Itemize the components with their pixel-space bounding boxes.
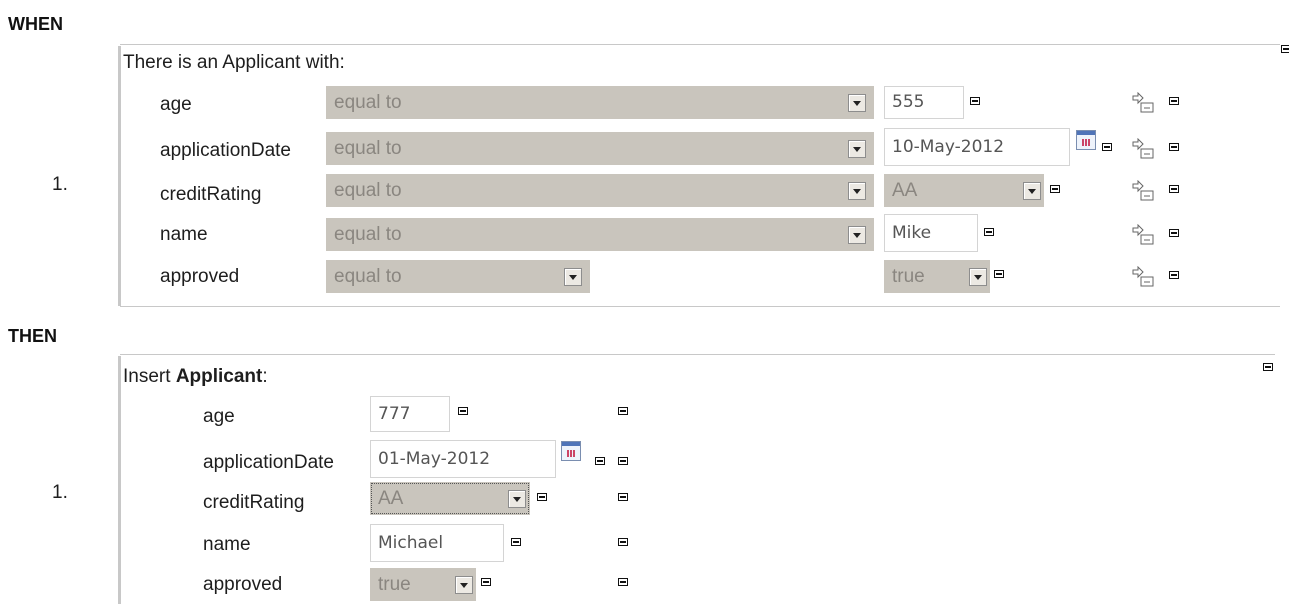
remove-icon[interactable] bbox=[1169, 229, 1179, 237]
remove-icon[interactable] bbox=[618, 578, 628, 586]
remove-icon[interactable] bbox=[595, 457, 605, 465]
remove-icon[interactable] bbox=[618, 457, 628, 465]
constraint-field-label: applicationDate bbox=[160, 140, 291, 161]
when-section-label: WHEN bbox=[8, 14, 63, 34]
chevron-down-icon[interactable] bbox=[969, 267, 987, 286]
operator-value: equal to bbox=[334, 138, 402, 159]
operator-select[interactable]: equal to bbox=[326, 260, 590, 293]
value-input[interactable]: 555 bbox=[884, 86, 964, 119]
operator-select[interactable]: equal to bbox=[326, 174, 874, 207]
then-row-number: 1. bbox=[52, 482, 68, 503]
value-select-value: AA bbox=[892, 180, 918, 201]
calendar-icon[interactable] bbox=[561, 441, 581, 461]
action-fact-name: Applicant bbox=[175, 366, 263, 387]
value-select[interactable]: true bbox=[884, 260, 990, 293]
remove-icon[interactable] bbox=[458, 407, 468, 415]
action-header: Insert Applicant: bbox=[123, 366, 268, 388]
chevron-down-icon[interactable] bbox=[848, 181, 866, 200]
action-field-label: name bbox=[203, 534, 251, 555]
constraint-field-label: approved bbox=[160, 266, 240, 287]
operator-select[interactable]: equal to bbox=[326, 132, 874, 165]
remove-icon[interactable] bbox=[1169, 97, 1179, 105]
operator-select[interactable]: equal to bbox=[326, 86, 874, 119]
action-field-label: creditRating bbox=[203, 492, 305, 513]
remove-icon[interactable] bbox=[994, 270, 1004, 278]
constraint-field-label: age bbox=[160, 94, 192, 115]
remove-icon[interactable] bbox=[970, 97, 980, 105]
pattern-header: There is an Applicant with: bbox=[123, 52, 345, 73]
chevron-down-icon[interactable] bbox=[455, 575, 473, 594]
operator-value: equal to bbox=[334, 266, 402, 287]
remove-icon[interactable] bbox=[537, 493, 547, 501]
action-field-label: approved bbox=[203, 574, 283, 595]
move-arrow-icon[interactable] bbox=[1131, 92, 1155, 114]
value-select[interactable]: AA bbox=[370, 482, 530, 515]
remove-icon[interactable] bbox=[1169, 143, 1179, 151]
value-input[interactable]: 777 bbox=[370, 396, 450, 432]
remove-icon[interactable] bbox=[618, 538, 628, 546]
value-select-value: true bbox=[378, 574, 411, 595]
chevron-down-icon[interactable] bbox=[848, 139, 866, 158]
operator-value: equal to bbox=[334, 92, 402, 113]
value-select[interactable]: AA bbox=[884, 174, 1044, 207]
action-field-label: age bbox=[203, 406, 235, 427]
remove-icon[interactable] bbox=[618, 493, 628, 501]
calendar-icon[interactable] bbox=[1076, 130, 1096, 150]
remove-icon[interactable] bbox=[1169, 271, 1179, 279]
action-field-label: applicationDate bbox=[203, 452, 334, 473]
when-pattern-block bbox=[118, 46, 121, 306]
when-row-number: 1. bbox=[52, 174, 68, 195]
remove-icon[interactable] bbox=[481, 578, 491, 586]
date-input[interactable]: 01-May-2012 bbox=[370, 440, 556, 478]
action-suffix: : bbox=[262, 366, 268, 387]
operator-value: equal to bbox=[334, 180, 402, 201]
move-arrow-icon[interactable] bbox=[1131, 266, 1155, 288]
remove-icon[interactable] bbox=[1102, 143, 1112, 151]
then-divider bbox=[120, 354, 1275, 355]
remove-icon[interactable] bbox=[1050, 185, 1060, 193]
remove-action-icon[interactable] bbox=[1263, 363, 1273, 371]
chevron-down-icon[interactable] bbox=[848, 225, 866, 244]
when-divider bbox=[120, 44, 1280, 45]
move-arrow-icon[interactable] bbox=[1131, 224, 1155, 246]
constraint-field-label: creditRating bbox=[160, 184, 262, 205]
remove-icon[interactable] bbox=[511, 538, 521, 546]
move-arrow-icon[interactable] bbox=[1131, 138, 1155, 160]
chevron-down-icon[interactable] bbox=[1023, 181, 1041, 200]
remove-icon[interactable] bbox=[1169, 185, 1179, 193]
remove-icon[interactable] bbox=[984, 228, 994, 236]
move-arrow-icon[interactable] bbox=[1131, 180, 1155, 202]
value-select-value: true bbox=[892, 266, 925, 287]
remove-icon[interactable] bbox=[618, 407, 628, 415]
operator-select[interactable]: equal to bbox=[326, 218, 874, 251]
chevron-down-icon[interactable] bbox=[848, 93, 866, 112]
action-prefix: Insert bbox=[123, 366, 176, 387]
operator-value: equal to bbox=[334, 224, 402, 245]
date-input[interactable]: 10-May-2012 bbox=[884, 128, 1070, 166]
when-bottom-divider bbox=[120, 306, 1280, 307]
chevron-down-icon[interactable] bbox=[508, 489, 526, 508]
value-input[interactable]: Michael bbox=[370, 524, 504, 562]
then-section-label: THEN bbox=[8, 326, 57, 346]
value-select[interactable]: true bbox=[370, 568, 476, 601]
then-action-block bbox=[118, 356, 121, 604]
chevron-down-icon[interactable] bbox=[564, 267, 582, 286]
value-select-value: AA bbox=[378, 488, 404, 509]
value-input[interactable]: Mike bbox=[884, 214, 978, 252]
constraint-field-label: name bbox=[160, 224, 208, 245]
remove-pattern-icon[interactable] bbox=[1281, 45, 1289, 53]
